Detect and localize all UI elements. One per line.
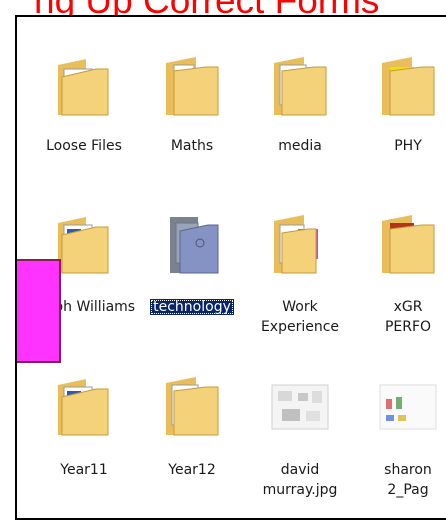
file-label-line2: 2_Pag xyxy=(387,482,429,498)
folder-maths[interactable]: Maths xyxy=(138,55,246,165)
explorer-view: Loose Files Maths media PHY steph Willia… xyxy=(15,15,446,520)
folder-label: media xyxy=(278,138,322,154)
image-file-icon xyxy=(271,384,329,430)
folder-with-document-icon xyxy=(274,57,327,116)
folder-icon xyxy=(382,215,435,274)
selection-highlight: technology xyxy=(150,299,234,315)
image-file-icon xyxy=(379,384,437,430)
folder-icon xyxy=(170,217,219,274)
file-sharon[interactable]: sharon 2_Pag xyxy=(354,375,446,498)
pointer-arrow-shape xyxy=(17,259,61,363)
file-david-murray[interactable]: david murray.jpg xyxy=(246,375,354,498)
folder-label-selected: technology xyxy=(138,297,246,317)
folder-label-line1: Work xyxy=(282,299,318,315)
folder-with-document-icon xyxy=(274,215,318,274)
folder-phy[interactable]: PHY xyxy=(354,55,446,165)
folder-xgr-perfo[interactable]: xGR PERFO xyxy=(354,213,446,335)
folder-with-document-icon xyxy=(166,377,219,436)
folder-label: Loose Files xyxy=(46,138,122,154)
folder-year11[interactable]: W Year11 xyxy=(30,375,138,485)
folder-with-documents-icon xyxy=(58,59,109,116)
folder-label-line2: Experience xyxy=(260,319,340,335)
folder-label: Year12 xyxy=(168,462,216,478)
file-label-line1: david xyxy=(280,462,320,478)
folder-label: Maths xyxy=(170,138,214,154)
folder-icon xyxy=(166,57,219,116)
folder-label: Year11 xyxy=(60,462,108,478)
folder-label: PHY xyxy=(394,138,422,154)
file-label-line2: murray.jpg xyxy=(262,482,338,498)
folder-with-documents-icon: W xyxy=(58,217,109,274)
folder-with-documents-icon: W xyxy=(58,379,109,436)
folder-icon xyxy=(382,57,435,116)
folder-label-line2: PERFO xyxy=(384,319,432,335)
file-label-line1: sharon xyxy=(384,462,432,478)
folder-loose-files[interactable]: Loose Files xyxy=(30,55,138,165)
folder-year12[interactable]: Year12 xyxy=(138,375,246,485)
folder-label-line1: xGR xyxy=(393,299,423,315)
folder-media[interactable]: media xyxy=(246,55,354,165)
folder-technology[interactable]: technology xyxy=(138,213,246,323)
folder-work-experience[interactable]: Work Experience xyxy=(246,213,354,335)
